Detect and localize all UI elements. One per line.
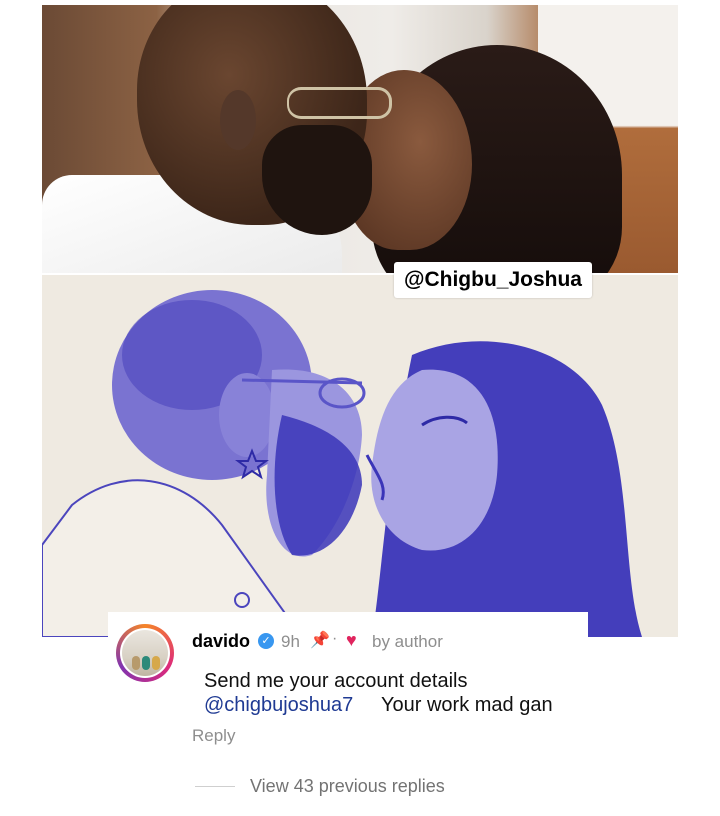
liked-by-author-label: by author [372,632,443,651]
comment-mention-link[interactable]: @chigbujoshua7 [204,694,353,717]
comment-text-rest: Your work mad gan [381,694,553,716]
reply-button[interactable]: Reply [192,726,235,746]
heart-icon[interactable]: ♥ [346,630,357,650]
comment-text: Send me your account details [204,670,468,692]
verified-badge-icon: ✓ [258,633,274,649]
avatar[interactable] [116,624,174,682]
pin-icon: 📌 [310,632,330,649]
comment-time: 9h [281,632,300,651]
watermark-tag: @Chigbu_Joshua [394,262,592,298]
view-previous-replies-button[interactable]: View 43 previous replies [250,776,445,797]
kiss-photo [42,5,678,273]
separator-dot: · [332,630,338,647]
pen-drawing-image [42,275,678,637]
avatar-image [122,630,168,676]
comment-username[interactable]: davido [192,631,250,652]
divider-line [195,786,235,787]
